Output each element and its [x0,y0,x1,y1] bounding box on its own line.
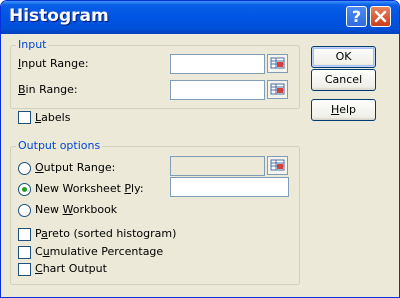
range-reference-icon [270,83,285,95]
bin-range-label: Bin Range: [18,83,78,96]
labels-checkbox[interactable] [18,111,31,124]
chart-output-checkbox[interactable] [18,263,31,276]
input-range-label: Input Range: [18,57,89,70]
bin-range-field[interactable] [170,80,265,100]
pareto-label: Pareto (sorted histogram) [35,227,177,240]
close-x-icon [374,10,387,23]
window-title: Histogram [9,6,109,26]
input-range-ref-button[interactable] [267,54,288,73]
range-reference-icon [270,159,285,171]
new-workbook-radio[interactable] [18,204,31,217]
cumulative-percentage-checkbox[interactable] [18,246,31,259]
output-range-field[interactable] [170,156,265,176]
chart-output-label: Chart Output [35,262,107,275]
output-range-radio[interactable] [18,162,31,175]
title-bar[interactable]: Histogram ? [1,1,399,34]
cumulative-percentage-label: Cumulative Percentage [35,245,164,258]
histogram-dialog: Histogram ? Input Input Range: Bin Range… [0,0,400,298]
pareto-checkbox[interactable] [18,228,31,241]
input-range-field[interactable] [170,54,265,74]
new-worksheet-ply-field[interactable] [170,177,289,197]
new-workbook-label: New Workbook [35,203,118,216]
bin-range-ref-button[interactable] [267,80,288,99]
close-button[interactable] [370,6,391,27]
cancel-button[interactable]: Cancel [311,69,376,91]
labels-checkbox-label: Labels [35,111,71,124]
new-worksheet-ply-label: New Worksheet Ply: [35,182,144,195]
new-worksheet-ply-radio[interactable] [18,183,31,196]
radio-selected-dot [22,187,27,192]
range-reference-icon [270,57,285,69]
help-question-icon: ? [351,7,362,26]
input-group-title: Input [16,38,49,52]
output-range-ref-button[interactable] [267,156,288,175]
help-button[interactable]: Help [311,99,376,121]
output-range-label: Output Range: [35,161,116,174]
ok-button[interactable]: OK [311,46,376,68]
help-title-button[interactable]: ? [346,6,367,27]
output-options-title: Output options [16,139,103,153]
